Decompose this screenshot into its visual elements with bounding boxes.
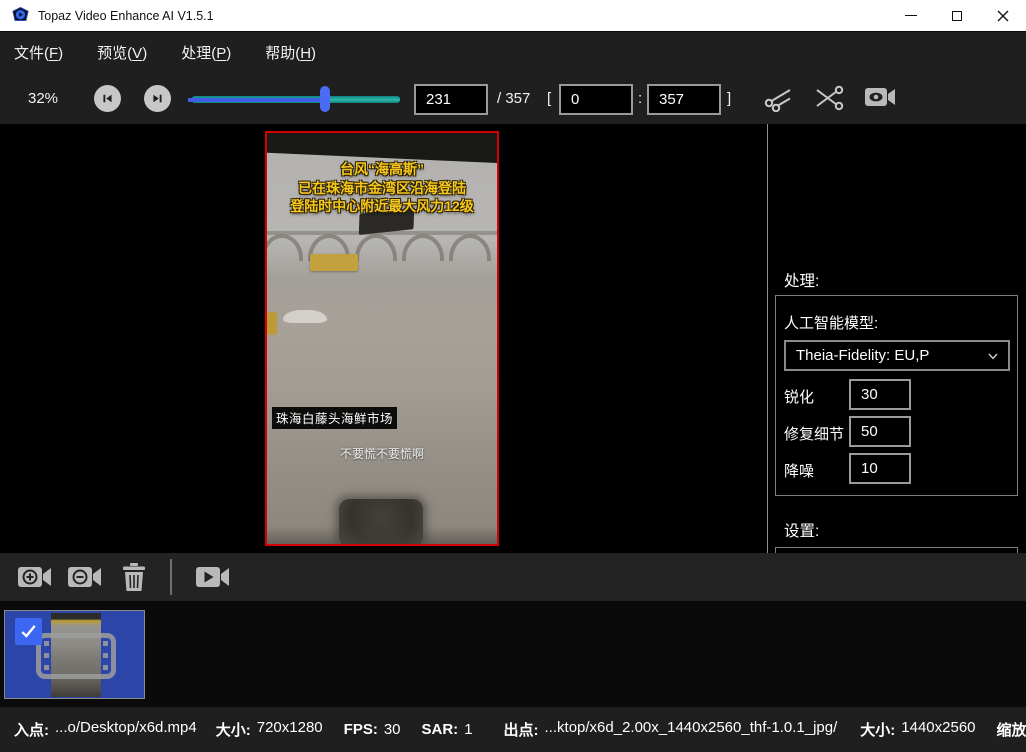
split-trim-icon [817, 87, 842, 109]
status-out-size: 大小:1440x2560 [860, 719, 975, 740]
process-heading: 处理: [784, 269, 819, 291]
add-video-icon [18, 567, 51, 587]
restore-detail-label: 修复细节 [784, 423, 844, 444]
menu-preview[interactable]: 预览(V) [97, 42, 147, 63]
video-yellow-debris [267, 312, 277, 335]
video-bridge-arches [265, 234, 499, 262]
settings-heading: 设置: [784, 519, 819, 541]
main-area: 台风“海高斯” 已在珠海市金湾区沿海登陆 登陆时中心附近最大风力12级 珠海白藤… [0, 124, 1026, 553]
thumbnail-checkbox[interactable] [15, 618, 42, 645]
video-submerged-car [283, 310, 327, 323]
trim-bracket-close: ] [727, 90, 731, 107]
minimize-button[interactable] [888, 0, 934, 31]
denoise-input[interactable] [849, 453, 911, 484]
toolbar: 32% / 357 [ : ] [0, 72, 1026, 124]
video-location-tag: 珠海白藤头海鲜市场 [272, 407, 397, 429]
trim-end-input[interactable] [647, 84, 721, 115]
cut-trim-button[interactable] [763, 84, 795, 117]
delete-icon [123, 563, 145, 591]
current-frame-input[interactable] [414, 84, 488, 115]
maximize-button[interactable] [934, 0, 980, 31]
add-video-button[interactable] [16, 562, 52, 597]
ai-model-label: 人工智能模型: [784, 312, 878, 333]
skip-to-end-icon [150, 91, 165, 106]
status-in-size: 大小:720x1280 [216, 719, 323, 740]
frame-slider-handle[interactable] [320, 86, 330, 112]
process-video-icon [196, 567, 229, 587]
panel-divider [767, 124, 768, 553]
delete-video-button[interactable] [120, 562, 148, 597]
titlebar: Topaz Video Enhance AI V1.5.1 [0, 0, 1026, 32]
skip-to-end-button[interactable] [144, 85, 171, 112]
frame-slider-progress [188, 98, 325, 102]
video-yellow-truck [310, 254, 358, 271]
sharpen-label: 锐化 [784, 386, 814, 407]
status-in-file: 入点:...o/Desktop/x6d.mp4 [14, 719, 197, 740]
ai-model-value: Theia-Fidelity: EU,P [796, 347, 929, 364]
minimize-icon [905, 15, 917, 16]
close-icon [997, 10, 1009, 22]
split-trim-button[interactable] [813, 84, 845, 117]
chevron-down-icon [986, 349, 1000, 363]
status-out-file: 出点:...ktop/x6d_2.00x_1440x2560_thf-1.0.1… [504, 719, 838, 740]
total-frames-label: / 357 [497, 90, 530, 107]
denoise-label: 降噪 [784, 460, 814, 481]
preview-button[interactable] [863, 84, 897, 115]
frame-slider[interactable] [192, 86, 400, 112]
checkbox-check-icon [20, 624, 37, 639]
video-subtitle: 不要慌不要慌啊 [267, 445, 497, 462]
trim-start-input[interactable] [559, 84, 633, 115]
trim-bracket-open: [ [547, 90, 551, 107]
app-chrome: 文件(F) 预览(V) 处理(P) 帮助(H) 32% / 357 [ : [0, 32, 1026, 124]
status-bar: 入点:...o/Desktop/x6d.mp4 大小:720x1280 FPS:… [0, 707, 1026, 752]
skip-to-start-button[interactable] [94, 85, 121, 112]
menu-help[interactable]: 帮助(H) [265, 42, 316, 63]
restore-detail-input[interactable] [849, 416, 911, 447]
remove-video-button[interactable] [66, 562, 102, 597]
status-sar: SAR:1 [422, 721, 473, 738]
maximize-icon [952, 11, 962, 21]
close-button[interactable] [980, 0, 1026, 31]
video-preview[interactable]: 台风“海高斯” 已在珠海市金湾区沿海登陆 登陆时中心附近最大风力12级 珠海白藤… [265, 131, 499, 546]
remove-video-icon [68, 567, 101, 587]
thumbnail-strip [0, 601, 1026, 707]
sharpen-input[interactable] [849, 379, 911, 410]
menu-process[interactable]: 处理(P) [181, 42, 231, 63]
video-thumbnail-item[interactable] [4, 610, 145, 699]
bottom-toolbar [0, 553, 1026, 601]
preview-camera-icon [865, 88, 895, 106]
video-bottom-shadow [267, 526, 497, 544]
app-logo-icon [12, 7, 29, 24]
skip-to-start-icon [100, 91, 115, 106]
toolbar-divider [170, 559, 172, 595]
ai-model-dropdown[interactable]: Theia-Fidelity: EU,P [784, 340, 1010, 371]
crop-overlay-icon [36, 633, 116, 679]
trim-colon: : [638, 90, 642, 107]
status-scale: 缩放:200% [997, 719, 1026, 740]
cut-trim-icon [766, 90, 790, 111]
video-overlay-title: 台风“海高斯” 已在珠海市金湾区沿海登陆 登陆时中心附近最大风力12级 [267, 160, 497, 216]
process-video-button[interactable] [194, 562, 230, 597]
zoom-level-label: 32% [28, 90, 58, 107]
menubar: 文件(F) 预览(V) 处理(P) 帮助(H) [0, 32, 350, 72]
menu-file[interactable]: 文件(F) [14, 42, 63, 63]
status-fps: FPS:30 [344, 721, 401, 738]
window-title: Topaz Video Enhance AI V1.5.1 [38, 9, 214, 23]
